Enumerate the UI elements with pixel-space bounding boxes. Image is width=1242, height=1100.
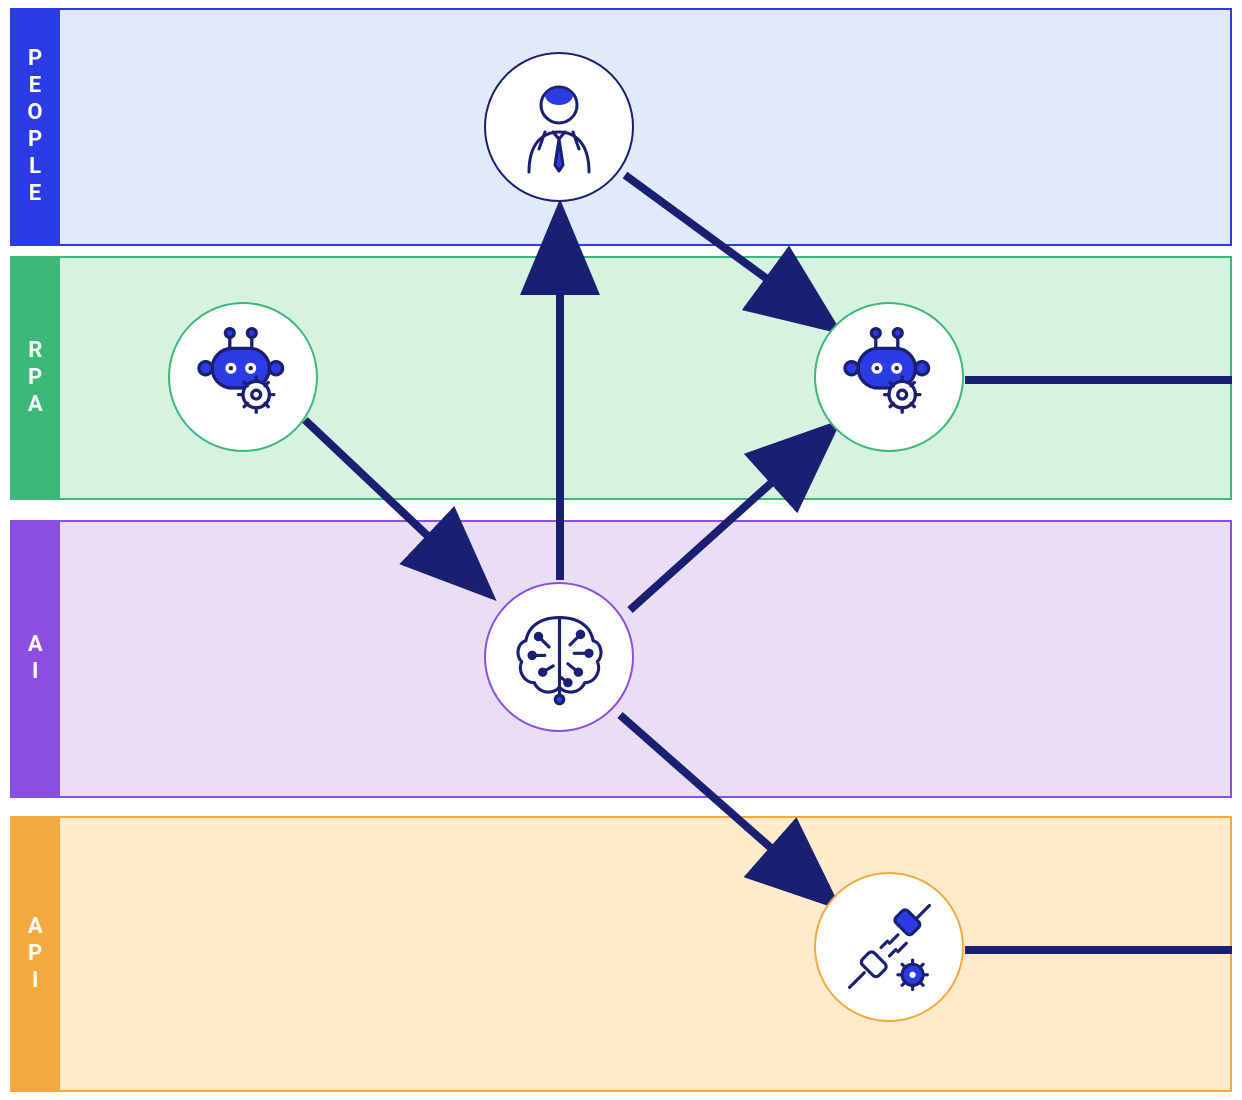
lane-ai-tab: AI — [11, 521, 59, 797]
diagram-canvas: PEOPLE RPA AI API — [0, 0, 1242, 1100]
node-plug — [814, 872, 964, 1022]
lane-api: API — [10, 816, 1232, 1092]
robot-icon — [834, 322, 944, 432]
lane-people-body — [59, 9, 1231, 245]
lane-rpa-tab: RPA — [11, 257, 59, 499]
lane-rpa-label: RPA — [23, 338, 48, 419]
robot-icon — [188, 322, 298, 432]
brain-icon — [507, 605, 612, 710]
node-person — [484, 52, 634, 202]
lane-ai-body — [59, 521, 1231, 797]
lane-people-label: PEOPLE — [23, 46, 48, 208]
node-brain — [484, 582, 634, 732]
lane-api-label: API — [23, 914, 48, 995]
person-icon — [509, 77, 609, 177]
lane-people-tab: PEOPLE — [11, 9, 59, 245]
plug-icon — [837, 895, 942, 1000]
node-robot-2 — [814, 302, 964, 452]
lane-api-tab: API — [11, 817, 59, 1091]
node-robot-1 — [168, 302, 318, 452]
lane-api-body — [59, 817, 1231, 1091]
lane-ai-label: AI — [23, 632, 48, 686]
